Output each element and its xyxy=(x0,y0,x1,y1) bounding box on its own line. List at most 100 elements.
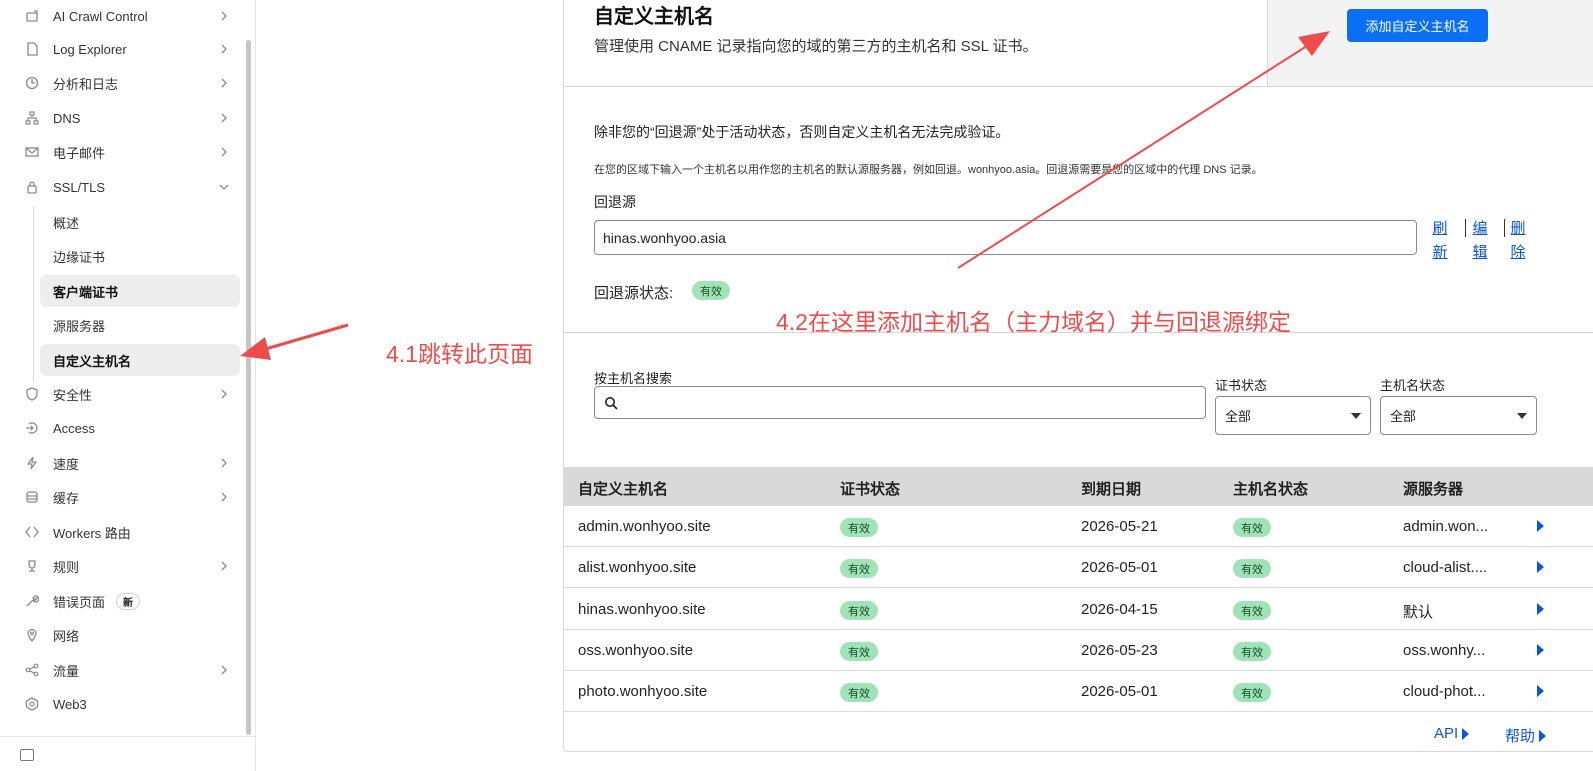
sidebar-item-email[interactable]: 电子邮件 xyxy=(0,136,242,168)
search-hostname-input[interactable] xyxy=(594,386,1206,419)
sidebar-item-label: Log Explorer xyxy=(53,41,127,57)
delete-link-char2[interactable]: 除 xyxy=(1510,241,1526,265)
column-header-cert-status[interactable]: 证书状态 xyxy=(840,478,900,499)
fallback-origin-input[interactable]: hinas.wonhyoo.asia xyxy=(594,220,1417,255)
location-pin-icon xyxy=(24,627,40,643)
cell-hostname: hinas.wonhyoo.site xyxy=(578,601,706,618)
hostname-status-label: 主机名状态 xyxy=(1380,378,1446,393)
sidebar-item-access[interactable]: Access xyxy=(0,412,242,444)
cell-origin: cloud-phot... xyxy=(1403,683,1486,700)
search-icon xyxy=(605,397,618,410)
add-custom-hostname-button[interactable]: 添加自定义主机名 xyxy=(1347,9,1488,42)
sidebar-subitem-overview[interactable]: 概述 xyxy=(40,206,240,238)
sidebar-item-label: Web3 xyxy=(53,696,87,712)
refresh-link-char1[interactable]: 刷 xyxy=(1432,217,1448,241)
bolt-icon xyxy=(24,455,40,471)
fallback-origin-label: 回退源 xyxy=(594,194,636,210)
sidebar-subitem-custom-hostnames[interactable]: 自定义主机名 xyxy=(40,344,240,376)
sidebar-item-label: 流量 xyxy=(53,663,80,679)
sidebar-subitem-label: 客户端证书 xyxy=(53,284,119,300)
sidebar-subitem-origin-server[interactable]: 源服务器 xyxy=(40,309,240,341)
database-icon xyxy=(24,489,40,505)
help-link[interactable]: 帮助 xyxy=(1505,725,1547,746)
edit-link-char2[interactable]: 辑 xyxy=(1472,241,1488,265)
sidebar-item-workers-routes[interactable]: Workers 路由 xyxy=(0,516,242,548)
chevron-right-icon xyxy=(218,112,230,124)
expand-row-icon[interactable] xyxy=(1537,520,1544,532)
chart-clock-icon xyxy=(24,75,40,91)
dropdown-caret-icon xyxy=(1517,413,1527,419)
expand-row-icon[interactable] xyxy=(1537,685,1544,697)
sidebar-subitem-edge-certificates[interactable]: 边缘证书 xyxy=(40,240,240,272)
sidebar-item-network[interactable]: 网络 xyxy=(0,619,242,651)
sidebar-item-ssl-tls[interactable]: SSL/TLS xyxy=(0,171,242,203)
search-hostname-label: 按主机名搜索 xyxy=(594,371,673,386)
fallback-warning: 除非您的“回退源”处于活动状态，否则自定义主机名无法完成验证。 xyxy=(594,124,1010,140)
cell-expiry: 2026-05-01 xyxy=(1081,559,1158,576)
chevron-right-icon xyxy=(218,388,230,400)
column-header-expiry[interactable]: 到期日期 xyxy=(1081,478,1141,499)
chevron-right-icon xyxy=(218,10,230,22)
annotation-step-4-2: 4.2在这里添加主机名（主力域名）并与回退源绑定 xyxy=(776,309,1291,335)
cert-status-badge: 有效 xyxy=(840,518,878,537)
expand-row-icon[interactable] xyxy=(1537,644,1544,656)
edit-link-char1[interactable]: 编 xyxy=(1472,217,1488,241)
hostname-status-badge: 有效 xyxy=(1233,642,1271,661)
sidebar-item-label: AI Crawl Control xyxy=(53,8,148,24)
chevron-right-icon xyxy=(218,491,230,503)
table-row[interactable]: oss.wonhyoo.site 有效 2026-05-23 有效 oss.wo… xyxy=(563,630,1593,671)
app-root: AI Crawl Control Log Explorer 分析和日志 DNS … xyxy=(0,0,1593,771)
access-icon xyxy=(24,420,40,436)
annotation-arrow-4-1 xyxy=(240,323,349,360)
sidebar-subitem-client-certificates[interactable]: 客户端证书 xyxy=(40,275,240,307)
cell-origin: admin.won... xyxy=(1403,518,1489,535)
caret-right-icon xyxy=(1462,727,1470,740)
cell-expiry: 2026-05-23 xyxy=(1081,642,1158,659)
network-icon xyxy=(24,110,40,126)
collapse-sidebar-icon[interactable] xyxy=(20,749,34,761)
delete-link-char1[interactable]: 删 xyxy=(1510,217,1526,241)
column-header-hostname-status[interactable]: 主机名状态 xyxy=(1233,478,1308,499)
sidebar-item-label: 速度 xyxy=(53,456,80,472)
sidebar-item-analytics[interactable]: 分析和日志 xyxy=(0,67,242,99)
sidebar-item-label: 电子邮件 xyxy=(53,145,106,161)
cell-expiry: 2026-05-01 xyxy=(1081,683,1158,700)
cert-status-badge: 有效 xyxy=(840,683,878,702)
chevron-right-icon xyxy=(218,457,230,469)
expand-row-icon[interactable] xyxy=(1537,561,1544,573)
sidebar-subitem-label: 自定义主机名 xyxy=(53,353,132,369)
sidebar-item-traffic[interactable]: 流量 xyxy=(0,654,242,686)
refresh-link-char2[interactable]: 新 xyxy=(1432,241,1448,265)
sidebar-item-cache[interactable]: 缓存 xyxy=(0,481,242,513)
hostname-status-select[interactable]: 全部 xyxy=(1380,396,1537,435)
table-row[interactable]: photo.wonhyoo.site 有效 2026-05-01 有效 clou… xyxy=(563,671,1593,712)
sidebar-item-ai-crawl-control[interactable]: AI Crawl Control xyxy=(0,0,242,32)
table-row[interactable]: hinas.wonhyoo.site 有效 2026-04-15 有效 默认 xyxy=(563,589,1593,630)
cell-origin: cloud-alist.... xyxy=(1403,559,1488,576)
cert-status-label: 证书状态 xyxy=(1215,378,1268,393)
sidebar-item-label: DNS xyxy=(53,110,81,126)
fallback-status-badge: 有效 xyxy=(692,281,730,300)
sidebar-item-speed[interactable]: 速度 xyxy=(0,447,242,479)
action-separator xyxy=(1465,219,1466,237)
sidebar-item-web3[interactable]: Web3 xyxy=(0,688,242,720)
table-row[interactable]: alist.wonhyoo.site 有效 2026-05-01 有效 clou… xyxy=(563,547,1593,588)
expand-row-icon[interactable] xyxy=(1537,603,1544,615)
column-header-hostname[interactable]: 自定义主机名 xyxy=(578,478,668,499)
sidebar-item-label: 规则 xyxy=(53,559,80,575)
table-row[interactable]: admin.wonhyoo.site 有效 2026-05-21 有效 admi… xyxy=(563,506,1593,547)
column-header-origin[interactable]: 源服务器 xyxy=(1403,478,1463,499)
share-nodes-icon xyxy=(24,662,40,678)
header-divider xyxy=(563,86,1593,87)
sidebar-item-dns[interactable]: DNS xyxy=(0,102,242,134)
sidebar-item-log-explorer[interactable]: Log Explorer xyxy=(0,33,242,65)
api-link[interactable]: API xyxy=(1434,725,1470,742)
sidebar-scrollbar[interactable] xyxy=(246,40,251,735)
sidebar-subitem-label: 源服务器 xyxy=(53,318,106,334)
sidebar-item-error-pages[interactable]: 错误页面 新 xyxy=(0,585,242,617)
sidebar-item-rules[interactable]: 规则 xyxy=(0,550,242,582)
cert-status-badge: 有效 xyxy=(840,642,878,661)
sidebar-item-security[interactable]: 安全性 xyxy=(0,378,242,410)
sidebar-item-label: 网络 xyxy=(53,628,80,644)
cert-status-select[interactable]: 全部 xyxy=(1215,396,1371,435)
